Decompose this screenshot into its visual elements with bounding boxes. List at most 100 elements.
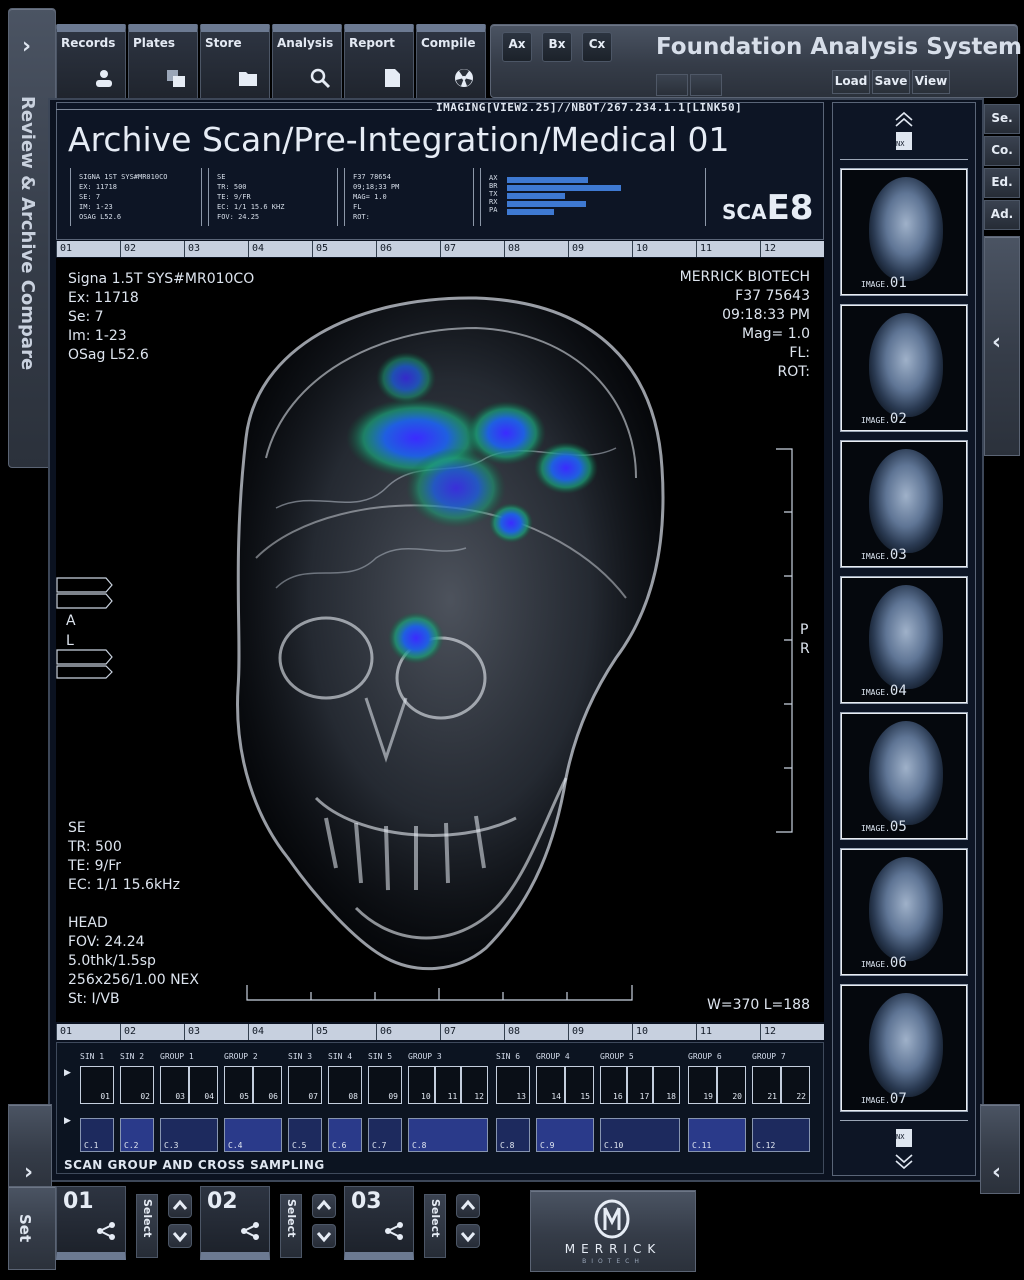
ruler-label: 12 bbox=[760, 1024, 824, 1040]
cross-sample[interactable]: C.6 bbox=[328, 1118, 362, 1152]
bx-button[interactable]: Bx bbox=[542, 32, 572, 62]
cross-sample[interactable]: C.3 bbox=[160, 1118, 218, 1152]
sample-cell[interactable]: 02 bbox=[120, 1066, 154, 1104]
toolbar-report-button[interactable]: Report bbox=[344, 24, 414, 100]
sample-cell[interactable]: 14 bbox=[536, 1066, 565, 1104]
cx-button[interactable]: Cx bbox=[582, 32, 612, 62]
left-lower-chevron-icon[interactable]: › bbox=[24, 1160, 33, 1185]
sample-cell[interactable]: 03 bbox=[160, 1066, 189, 1104]
select-button[interactable]: Select bbox=[424, 1194, 446, 1258]
sample-cell[interactable]: 21 bbox=[752, 1066, 781, 1104]
sample-cell[interactable]: 10 bbox=[408, 1066, 435, 1104]
preset-up-button[interactable] bbox=[456, 1194, 480, 1218]
se-button[interactable]: Se. bbox=[984, 104, 1020, 134]
sample-cell[interactable]: 11 bbox=[434, 1066, 462, 1104]
cross-sample[interactable]: C.10 bbox=[600, 1118, 680, 1152]
ad-button[interactable]: Ad. bbox=[984, 200, 1020, 230]
chart-bar bbox=[507, 185, 621, 191]
sample-cell[interactable]: 06 bbox=[253, 1066, 282, 1104]
thumb-scroll-down[interactable]: NX bbox=[840, 1120, 968, 1172]
cross-sample[interactable]: C.11 bbox=[688, 1118, 746, 1152]
sample-cell[interactable]: 01 bbox=[80, 1066, 114, 1104]
thumb-scroll-up[interactable]: NX bbox=[840, 110, 968, 160]
save-button[interactable]: Save bbox=[872, 70, 910, 94]
brain-slice-image bbox=[869, 721, 943, 825]
preset-tab-01[interactable]: 01 bbox=[56, 1186, 126, 1260]
ruler-label: 05 bbox=[312, 1024, 376, 1040]
sample-cell[interactable]: 18 bbox=[653, 1066, 680, 1104]
thumbnail-number: 03 bbox=[889, 547, 907, 563]
sample-cell[interactable]: 12 bbox=[461, 1066, 488, 1104]
right-collapse-icon[interactable]: ‹ bbox=[992, 330, 1001, 355]
sample-cell[interactable]: 08 bbox=[328, 1066, 362, 1104]
thumbnail-image-06[interactable]: IMAGE.06 bbox=[840, 848, 968, 976]
group-label: SIN 1 bbox=[80, 1052, 105, 1061]
cross-sample[interactable]: C.12 bbox=[752, 1118, 810, 1152]
select-button[interactable]: Select bbox=[280, 1194, 302, 1258]
cross-sample[interactable]: C.2 bbox=[120, 1118, 154, 1152]
select-button[interactable]: Select bbox=[136, 1194, 158, 1258]
sample-cell[interactable]: 22 bbox=[781, 1066, 810, 1104]
sample-cell[interactable]: 13 bbox=[496, 1066, 530, 1104]
cross-sample[interactable]: C.9 bbox=[536, 1118, 594, 1152]
toolbar-records-button[interactable]: Records bbox=[56, 24, 126, 100]
sample-cell[interactable]: 16 bbox=[600, 1066, 627, 1104]
thumbnail-label: IMAGE.02 bbox=[861, 411, 907, 427]
toolbar-compile-button[interactable]: Compile bbox=[416, 24, 486, 100]
cross-label: C.7 bbox=[372, 1141, 387, 1150]
view-button[interactable]: View bbox=[912, 70, 950, 94]
cross-sample[interactable]: C.4 bbox=[224, 1118, 282, 1152]
thumbnail-image-07[interactable]: IMAGE.07 bbox=[840, 984, 968, 1112]
toolbar-store-button[interactable]: Store bbox=[200, 24, 270, 100]
sample-cell[interactable]: 15 bbox=[565, 1066, 594, 1104]
thumbnail-image-02[interactable]: IMAGE.02 bbox=[840, 304, 968, 432]
blank-button[interactable] bbox=[690, 74, 722, 96]
cross-sample[interactable]: C.1 bbox=[80, 1118, 114, 1152]
preset-down-button[interactable] bbox=[456, 1224, 480, 1248]
set-label[interactable]: Set bbox=[16, 1214, 34, 1242]
overlay-line: MERRICK BIOTECH bbox=[679, 269, 810, 285]
cross-sample[interactable]: C.5 bbox=[288, 1118, 322, 1152]
right-lower-chevron-icon[interactable]: ‹ bbox=[992, 1160, 1001, 1185]
thumbnail-image-01[interactable]: IMAGE.01 bbox=[840, 168, 968, 296]
preset-down-button[interactable] bbox=[312, 1224, 336, 1248]
left-collapse-icon[interactable]: › bbox=[22, 34, 31, 59]
preset-up-button[interactable] bbox=[312, 1194, 336, 1218]
sample-cell[interactable]: 05 bbox=[224, 1066, 253, 1104]
toolbar-analysis-button[interactable]: Analysis bbox=[272, 24, 342, 100]
sample-cell[interactable]: 07 bbox=[288, 1066, 322, 1104]
cross-sample[interactable]: C.7 bbox=[368, 1118, 402, 1152]
sample-cell[interactable]: 17 bbox=[626, 1066, 654, 1104]
sample-cell[interactable]: 19 bbox=[688, 1066, 717, 1104]
cross-sample[interactable]: C.8 bbox=[496, 1118, 530, 1152]
position-markers[interactable] bbox=[56, 576, 116, 680]
blank-button[interactable] bbox=[656, 74, 688, 96]
preset-tab-03[interactable]: 03 bbox=[344, 1186, 414, 1260]
cross-sample[interactable]: C.8 bbox=[408, 1118, 488, 1152]
ruler-label: 08 bbox=[504, 1024, 568, 1040]
thumbnail-image-04[interactable]: IMAGE.04 bbox=[840, 576, 968, 704]
chart-label: BR bbox=[489, 182, 498, 190]
merrick-logo-icon bbox=[594, 1199, 630, 1239]
preset-tab-02[interactable]: 02 bbox=[200, 1186, 270, 1260]
ruler-label: 02 bbox=[120, 1024, 184, 1040]
header-chart: AX BR TX RX PA bbox=[480, 168, 706, 226]
thumb-nav-label: NX bbox=[896, 140, 905, 148]
ed-button[interactable]: Ed. bbox=[984, 168, 1020, 198]
preset-down-button[interactable] bbox=[168, 1224, 192, 1248]
chevron-down-icon bbox=[172, 1232, 188, 1243]
toolbar-plates-button[interactable]: Plates bbox=[128, 24, 198, 100]
preset-up-button[interactable] bbox=[168, 1194, 192, 1218]
thumbnail-image-05[interactable]: IMAGE.05 bbox=[840, 712, 968, 840]
sample-cell[interactable]: 20 bbox=[717, 1066, 746, 1104]
co-button[interactable]: Co. bbox=[984, 136, 1020, 166]
group-label: GROUP 3 bbox=[408, 1052, 442, 1061]
sample-cell[interactable]: 09 bbox=[368, 1066, 402, 1104]
cell-label: 06 bbox=[268, 1092, 278, 1101]
sample-cell[interactable]: 04 bbox=[189, 1066, 218, 1104]
thumbnail-image-03[interactable]: IMAGE.03 bbox=[840, 440, 968, 568]
thumbnail-prefix: IMAGE. bbox=[861, 688, 890, 697]
overlay-line: HEAD bbox=[68, 915, 108, 931]
ax-button[interactable]: Ax bbox=[502, 32, 532, 62]
load-button[interactable]: Load bbox=[832, 70, 870, 94]
